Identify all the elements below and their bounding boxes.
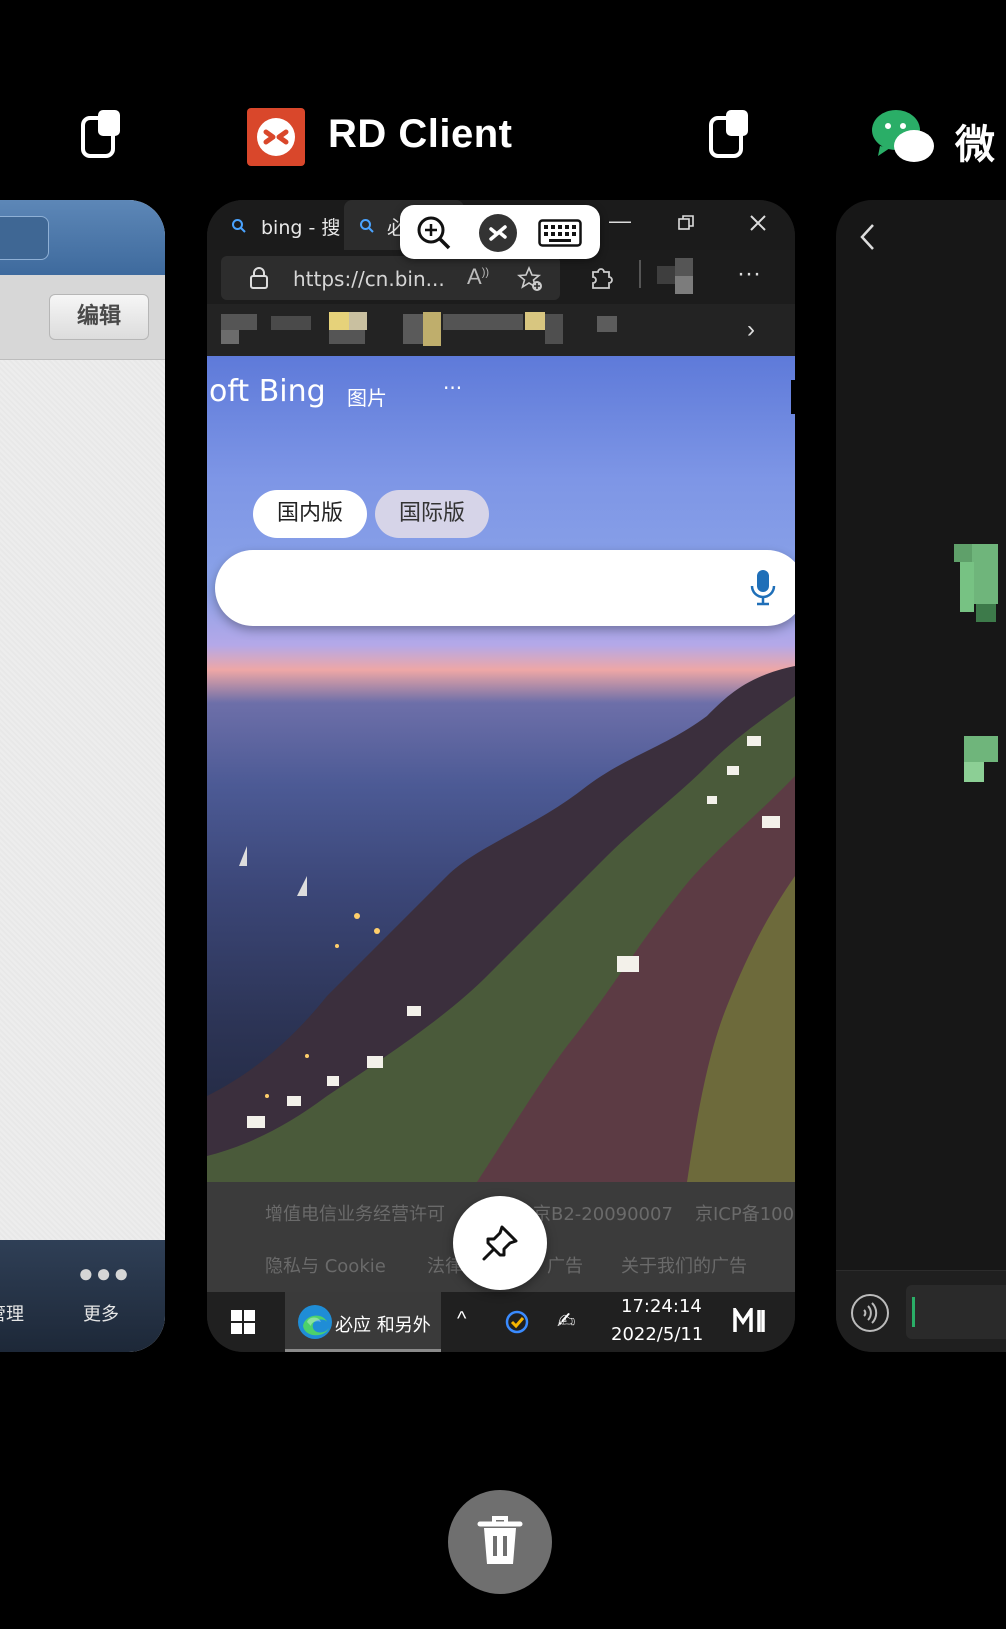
left-split-screen-icon[interactable] [80, 108, 124, 165]
wechat-card[interactable] [836, 200, 1006, 1352]
profile-avatar[interactable] [675, 258, 693, 276]
wechat-input-bar [836, 1270, 1006, 1352]
tray-chevron-icon[interactable]: ^ [457, 1308, 466, 1331]
rd-floating-toolbar [400, 205, 600, 259]
wechat-logo-icon [870, 106, 936, 166]
url-text[interactable]: https://cn.bin... [293, 267, 445, 291]
address-bar[interactable]: https://cn.bin... A)) [221, 256, 560, 300]
left-card-top-button[interactable] [0, 216, 49, 260]
app-title-rd-client: RD Client [328, 112, 513, 156]
favorites-chevron-icon[interactable]: › [747, 316, 755, 344]
rd-client-logo-icon [247, 108, 305, 166]
tab-search-icon-2 [359, 218, 375, 239]
windows-start-icon[interactable] [231, 1310, 255, 1339]
left-card-bottom-bar: 管理 ●●● 更多 [0, 1240, 165, 1352]
settings-more-icon[interactable]: ··· [737, 260, 761, 288]
edit-button[interactable]: 编辑 [49, 294, 149, 340]
extensions-icon[interactable] [589, 264, 615, 295]
manage-label[interactable]: 管理 [0, 1300, 24, 1326]
center-split-screen-icon[interactable] [708, 108, 752, 165]
toolbar-divider [639, 260, 641, 288]
clear-all-trash-button[interactable] [448, 1490, 552, 1594]
footer-privacy[interactable]: 隐私与 Cookie [265, 1252, 386, 1278]
bing-background-image [207, 666, 795, 1182]
taskbar-edge-item[interactable]: 必应 和另外 [285, 1292, 441, 1352]
more-dots-icon[interactable]: ●●● [78, 1258, 131, 1289]
bing-search-input[interactable] [215, 550, 795, 626]
keyboard-icon[interactable] [538, 219, 582, 252]
footer-license-number[interactable]: 京B2-20090007 [533, 1200, 673, 1226]
rd-session-icon[interactable] [478, 213, 518, 258]
footer-license[interactable]: 增值电信业务经营许可 [265, 1200, 445, 1226]
region-cn-tab[interactable]: 国内版 [253, 490, 367, 538]
trash-icon [476, 1514, 524, 1573]
left-card-body [0, 360, 165, 1240]
close-icon[interactable] [749, 214, 767, 237]
bing-nav-more[interactable]: ··· [443, 376, 462, 400]
pin-app-button[interactable] [453, 1196, 547, 1290]
text-cursor [912, 1297, 915, 1327]
taskbar-time: 17:24:14 [621, 1296, 702, 1317]
app-title-wechat: 微 [955, 123, 996, 167]
tray-task-icon[interactable] [505, 1310, 529, 1339]
zoom-in-icon[interactable] [416, 215, 452, 256]
microphone-icon[interactable] [750, 570, 776, 613]
more-label[interactable]: 更多 [83, 1300, 119, 1326]
voice-input-icon[interactable] [850, 1293, 890, 1338]
tray-pen-icon[interactable]: ✍ [557, 1308, 575, 1334]
favorites-bar: › [207, 304, 795, 356]
pin-icon [480, 1223, 520, 1268]
browser-tab-bing[interactable]: bing - 搜 [261, 208, 341, 248]
back-chevron-icon[interactable] [858, 222, 876, 257]
taskbar-edge-label: 必应 和另外 [335, 1315, 431, 1336]
message-input[interactable] [906, 1285, 1006, 1339]
favorite-add-icon[interactable] [516, 265, 543, 297]
bing-nav-images[interactable]: 图片 [347, 382, 387, 411]
rd-client-card[interactable]: bing - 搜 必 — https://cn.bin... A)) ··· ›… [207, 200, 795, 1352]
taskbar-date: 2022/5/11 [611, 1324, 704, 1345]
restore-icon[interactable] [677, 214, 695, 237]
footer-icp[interactable]: 京ICP备100 [695, 1200, 794, 1226]
footer-ads[interactable]: 广告 [547, 1252, 583, 1278]
lock-icon [249, 266, 269, 295]
region-intl-tab[interactable]: 国际版 [375, 490, 489, 538]
edge-icon [297, 1304, 333, 1345]
left-app-card[interactable]: 编辑 管理 ●●● 更多 [0, 200, 165, 1352]
tray-m-icon[interactable] [733, 1304, 765, 1339]
minimize-icon[interactable]: — [609, 208, 631, 234]
footer-about-ads[interactable]: 关于我们的广告 [621, 1252, 747, 1278]
windows-taskbar: 必应 和另外 ^ ✍ 17:24:14 2022/5/11 [207, 1292, 795, 1352]
tab-search-icon [231, 218, 247, 239]
read-aloud-icon[interactable]: A)) [467, 264, 489, 290]
bing-homepage: oft Bing 图片 ··· 国内版 国际版 [207, 356, 795, 1182]
bing-logo[interactable]: oft Bing [209, 374, 326, 409]
